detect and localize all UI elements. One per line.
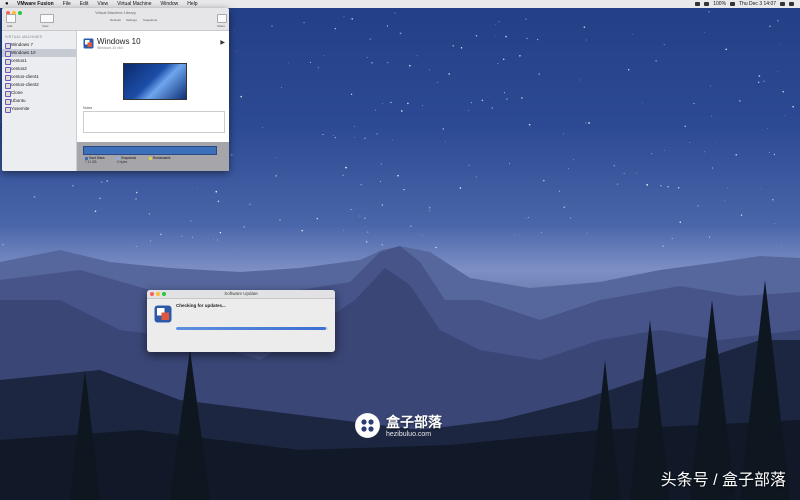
library-window-title: Virtual Machine Library [95,10,136,15]
menu-clock[interactable]: Thu Dec 3 14:07 [739,1,776,7]
sidebar-item-clone[interactable]: Clone [2,89,76,97]
legend-hard-disks: Hard Disks 7.11 GB [85,156,105,164]
sidebar-item-centos-client2[interactable]: centos-client2 [2,81,76,89]
vmware-fusion-icon [154,305,172,323]
legend-label: Reclaimable [153,156,171,160]
menu-virtual-machine[interactable]: Virtual Machine [117,0,151,8]
sidebar-item-yosemite[interactable]: Yosemite [2,105,76,113]
notes-label: Notes [83,106,93,110]
watermark-corner-text: 头条号 / 盒子部落 [660,472,786,489]
vm-sidebar: VIRTUAL MACHINES Windows 7 Windows 10 ce… [2,31,77,171]
vm-library-window: Virtual Machine Library Add View Network… [2,8,229,171]
play-icon[interactable]: ▶ [220,39,225,46]
sidebar-item-centos1[interactable]: centos1 [2,57,76,65]
snapshots-button[interactable]: Snapshots [143,18,157,22]
update-progress-fill [176,327,327,330]
vm-name: Windows 10 [97,37,141,46]
battery-percent: 100% [713,1,727,7]
vm-detail-pane: Windows 10 Windows 10 x64 ▶ Notes Hard D… [77,31,229,171]
library-titlebar[interactable]: Virtual Machine Library Add View Network… [2,8,229,31]
watermark-brand: 盒子部落 [386,414,442,430]
update-window-title: Software Update [224,291,258,296]
sidebar-item-ubuntu[interactable]: Ubuntu [2,97,76,105]
sidebar-item-windows-10[interactable]: Windows 10 [2,49,76,57]
settings-button[interactable]: Settings [126,18,137,22]
update-titlebar[interactable]: Software Update [147,290,335,299]
menu-bar: ● VMware Fusion File Edit View Virtual M… [0,0,800,8]
menu-view[interactable]: View [97,0,108,8]
vm-os-subtitle: Windows 10 x64 [97,46,123,50]
add-label: Add [7,24,13,28]
legend-reclaimable: Reclaimable [149,156,171,160]
apple-menu-icon[interactable]: ● [5,0,11,8]
disk-usage-bar [83,146,217,155]
disk-usage-panel: Hard Disks 7.11 GB Snapshots 0 bytes Rec… [77,142,229,171]
reclaimable-swatch [149,156,152,160]
sidebar-item-windows-7[interactable]: Windows 7 [2,41,76,49]
share-icon[interactable] [217,14,227,23]
update-progress-bar [176,327,328,330]
menu-app-name[interactable]: VMware Fusion [17,1,54,7]
menu-file[interactable]: File [63,0,71,8]
volume-icon[interactable] [704,2,710,6]
vmware-logo-icon [83,38,94,49]
menu-edit[interactable]: Edit [80,0,89,8]
menu-window[interactable]: Window [161,0,179,8]
vm-screenshot-thumbnail[interactable] [123,63,187,100]
sidebar-item-centos-client1[interactable]: centos-client1 [2,73,76,81]
watermark-logo-icon [355,413,380,438]
sidebar-item-centos2[interactable]: centos2 [2,65,76,73]
legend-snapshots: Snapshots 0 bytes [117,156,136,164]
view-toggle-icon[interactable] [40,14,54,23]
wifi-icon[interactable] [695,2,701,6]
notes-field[interactable] [83,111,225,133]
battery-icon[interactable] [730,2,736,6]
add-icon[interactable] [6,14,16,23]
sidebar-heading: VIRTUAL MACHINES [5,35,43,39]
status-area: 100% Thu Dec 3 14:07 [695,1,794,7]
spotlight-icon[interactable] [780,2,785,6]
network-button[interactable]: Network [110,18,121,22]
update-status-message: Checking for updates... [176,303,226,308]
watermark-url: hezibuluo.com [386,431,432,438]
view-label: View [42,24,49,28]
software-update-window: Software Update Checking for updates... [147,290,335,352]
legend-value: 7.11 GB [85,160,97,164]
menu-help[interactable]: Help [187,0,197,8]
notification-center-icon[interactable] [789,2,794,6]
legend-value: 0 bytes [117,160,128,164]
share-label: Share [217,24,226,28]
